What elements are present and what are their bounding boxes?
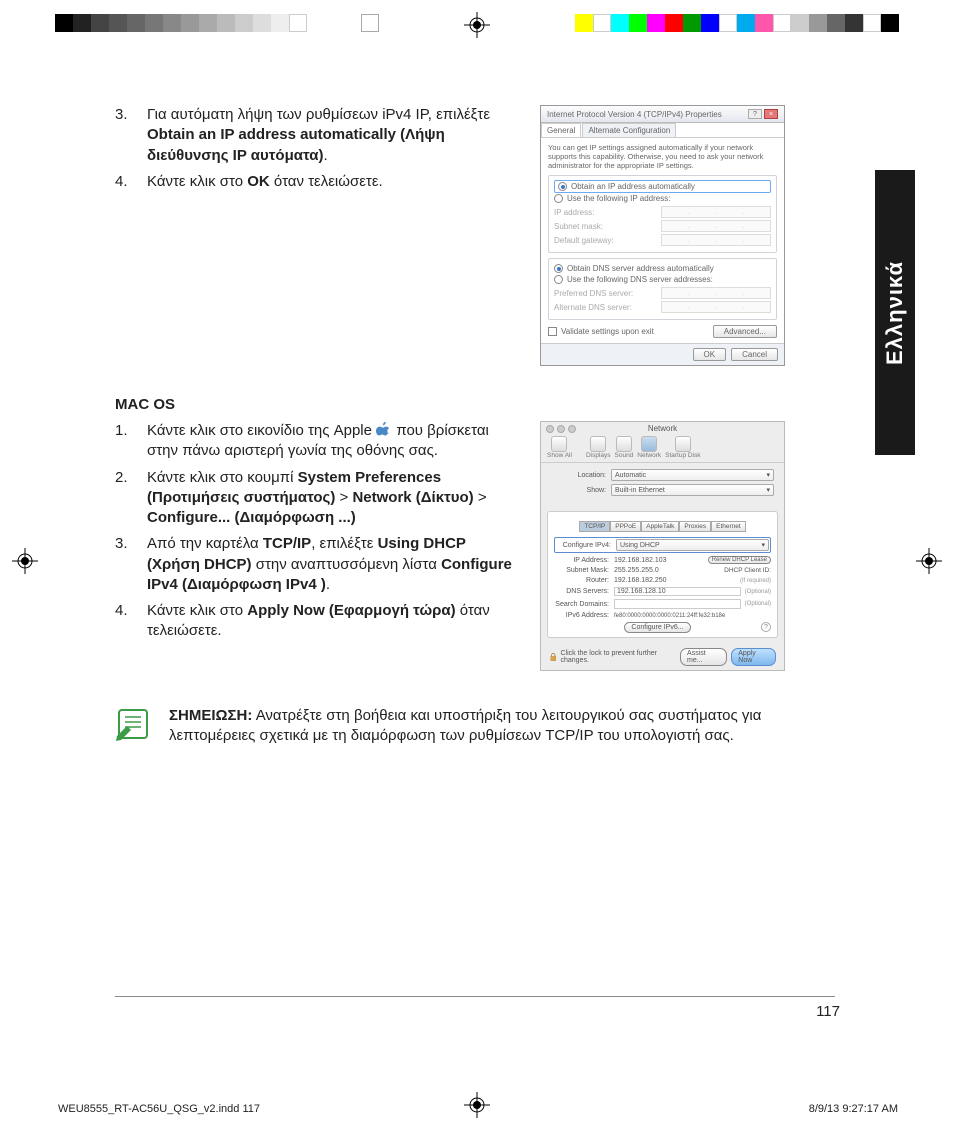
apply-now-button: Apply Now — [731, 648, 776, 666]
configure-ipv4-select: Using DHCP▾ — [616, 539, 769, 551]
windows-ipv4-dialog-figure: Internet Protocol Version 4 (TCP/IPv4) P… — [540, 105, 785, 366]
note-box: ΣΗΜΕΙΩΣΗ: Ανατρέξτε στη βοήθεια και υποσ… — [115, 706, 835, 747]
windows-instructions: 3. Για αυτόματη λήψη των ρυθμίσεων iPv4 … — [115, 105, 520, 366]
win-step-3: 3. Για αυτόματη λήψη των ρυθμίσεων iPv4 … — [115, 105, 520, 166]
radio-obtain-dns-auto: Obtain DNS server address automatically — [554, 263, 771, 274]
checkbox-validate: Validate settings upon exit — [548, 327, 654, 336]
configure-ipv6-button: Configure IPv6... — [624, 622, 690, 633]
registration-mark-icon — [464, 12, 490, 38]
advanced-button: Advanced... — [713, 325, 777, 338]
network-icon — [641, 436, 657, 452]
tabs: TCP/IPPPPoEAppleTalkProxiesEthernet — [554, 521, 771, 532]
displays-icon — [590, 436, 606, 452]
colorbar-right — [575, 14, 899, 32]
dialog-note: You can get IP settings assigned automat… — [548, 143, 777, 170]
registration-mark-icon — [12, 548, 38, 574]
sound-icon — [616, 436, 632, 452]
note-text: Ανατρέξτε στη βοήθεια και υποστήριξη του… — [169, 707, 761, 744]
page: Ελληνικά 3. Για αυτόματη λήψη των ρυθμίσ… — [40, 70, 915, 1075]
print-footer: WEU8555_RT-AC56U_QSG_v2.indd 117 8/9/13 … — [58, 1103, 898, 1115]
indd-filename: WEU8555_RT-AC56U_QSG_v2.indd 117 — [58, 1103, 260, 1115]
location-select: Automatic▾ — [611, 469, 774, 481]
help-icon: ? — [748, 109, 762, 119]
help-icon: ? — [761, 622, 771, 632]
win-step-4: 4. Κάντε κλικ στο OK όταν τελειώσετε. — [115, 172, 520, 192]
lock-row: Click the lock to prevent further change… — [549, 650, 680, 664]
dialog-title: Internet Protocol Version 4 (TCP/IPv4) P… — [547, 110, 722, 119]
radio-obtain-ip-auto: Obtain an IP address automatically — [554, 180, 771, 193]
page-number: 117 — [816, 1003, 840, 1020]
tab-general: General — [541, 123, 581, 137]
lock-icon — [549, 653, 557, 662]
startup-icon — [675, 436, 691, 452]
colorbar-left — [55, 14, 379, 32]
apple-logo-icon — [376, 421, 392, 437]
language-thumb-tab: Ελληνικά — [875, 170, 915, 455]
assist-button: Assist me... — [680, 648, 727, 666]
tab-alternate: Alternate Configuration — [582, 123, 676, 137]
dialog-title: Network — [541, 424, 784, 433]
toolbar: Show All Displays Sound Network Startup … — [541, 433, 784, 463]
note-label: ΣΗΜΕΙΩΣΗ: — [169, 707, 252, 724]
registration-mark-icon — [916, 548, 942, 574]
close-icon: × — [764, 109, 778, 119]
ok-button: OK — [693, 348, 727, 361]
renew-dhcp-button: Renew DHCP Lease — [708, 556, 771, 564]
mac-instructions: 1. Κάντε κλικ στο εικονίδιο της Apple πο… — [115, 421, 520, 671]
showall-icon — [551, 436, 567, 452]
window-controls: ?× — [746, 109, 778, 119]
mac-os-heading: MAC OS — [115, 396, 835, 413]
mac-step-1: 1. Κάντε κλικ στο εικονίδιο της Apple πο… — [115, 421, 520, 462]
mac-network-dialog-figure: Network Show All Displays Sound Network … — [540, 421, 785, 671]
radio-use-dns: Use the following DNS server addresses: — [554, 274, 771, 285]
cancel-button: Cancel — [731, 348, 778, 361]
content-area: 3. Για αυτόματη λήψη των ρυθμίσεων iPv4 … — [115, 105, 835, 747]
footer-divider — [115, 996, 835, 997]
radio-use-ip: Use the following IP address: — [554, 193, 771, 204]
mac-step-4: 4. Κάντε κλικ στο Apply Now (Εφαρμογή τώ… — [115, 601, 520, 642]
mac-step-2: 2. Κάντε κλικ στο κουμπί System Preferen… — [115, 468, 520, 529]
note-icon — [115, 706, 151, 742]
indd-timestamp: 8/9/13 9:27:17 AM — [809, 1103, 898, 1115]
show-select: Built-in Ethernet▾ — [611, 484, 774, 496]
mac-step-3: 3. Από την καρτέλα TCP/IP, επιλέξτε Usin… — [115, 534, 520, 595]
